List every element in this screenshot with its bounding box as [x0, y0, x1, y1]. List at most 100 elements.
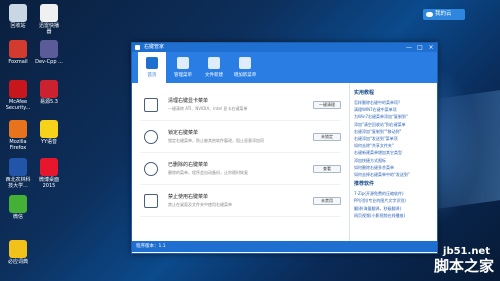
watermark-name: 脚本之家	[433, 257, 494, 275]
file-icon	[208, 57, 220, 69]
row-title: 已删除的右键菜单	[168, 162, 209, 168]
tab-home[interactable]: 首页	[138, 52, 166, 83]
desktop-icon[interactable]: 必应词典	[2, 240, 34, 265]
tutorials-heading: 实用教程	[354, 90, 375, 96]
window-controls: — □ ×	[405, 43, 435, 52]
desktop-icon[interactable]: Foxmail	[2, 40, 34, 65]
maximize-button[interactable]: □	[416, 43, 424, 52]
close-button[interactable]: ×	[427, 43, 435, 52]
app-icon	[40, 40, 58, 58]
desktop-icon-label: 微博桌面 2015	[38, 177, 59, 189]
clean-button[interactable]: 一键清理	[313, 100, 341, 109]
app-icon	[9, 195, 27, 213]
restore-icon	[144, 161, 158, 176]
app-icon	[9, 80, 27, 98]
desktop-icon-label: Dev-Cpp ...	[35, 59, 63, 65]
desktop-icon[interactable]: 微博桌面 2015	[33, 158, 65, 189]
tutorial-link[interactable]: 如何去掉右键菜单中的"发送到"	[354, 171, 433, 178]
desktop-icon-label: Mozilla Firefox	[9, 139, 27, 151]
desktop-icon[interactable]: 迅雷快播 器	[33, 4, 65, 35]
app-icon	[9, 120, 27, 138]
tutorial-link[interactable]: 右键新建菜单增加其它类型	[354, 149, 433, 156]
row-desc: 禁止在桌面及文件夹中使用右键菜单	[168, 202, 232, 207]
tutorial-link[interactable]: 清理WIN7右键中菜单项	[354, 106, 433, 113]
cloud-button-label: 我的云	[435, 11, 452, 17]
desktop-icon-label: 必应词典	[7, 259, 28, 265]
desktop-icon-label: 回收站	[10, 23, 26, 29]
tutorial-link[interactable]: 如何去除"共享文件夹"	[354, 142, 433, 149]
app-icon	[9, 4, 27, 22]
lock-icon	[144, 129, 158, 144]
tutorial-link[interactable]: 为Win7右键菜单添加"复制到"	[354, 113, 433, 120]
tutorial-link[interactable]: 添加"清空回收站"到右键菜单	[354, 121, 433, 128]
app-icon	[9, 40, 27, 58]
desktop-icon[interactable]: 微信	[2, 195, 34, 220]
software-link[interactable]: 网页视频(小影视频在线播放)	[354, 212, 433, 219]
desktop-icon[interactable]: 回收站	[2, 4, 34, 29]
tab-manage-menu[interactable]: 管理菜单	[169, 52, 197, 83]
tutorial-link[interactable]: 右键添加"复制到""移动到"	[354, 128, 433, 135]
software-list: 7-Zip(开源免费的压缩软件) PP识别(专业的图片文字识别) 翻译(海量翻译，秒…	[354, 190, 433, 219]
desktop-icon-label: McAfee Security...	[5, 99, 31, 111]
trash-icon	[144, 97, 158, 112]
cloud-button[interactable]: 我的云	[423, 9, 465, 20]
software-heading: 推荐软件	[354, 181, 375, 188]
desktop-icon-label: 迅雷快播 器	[38, 23, 59, 35]
desktop-icon-label: YY语音	[40, 139, 58, 145]
row-lock-menu: 锁定右键菜单 锁定右键菜单，防止被其他软件篡改，阻止恶意添加项 未锁定	[140, 121, 341, 153]
desktop-icon-label: 微信	[12, 214, 23, 220]
desktop-icon-label: 易源5.3	[40, 99, 58, 105]
desktop-icon[interactable]: Mozilla Firefox	[2, 120, 34, 151]
software-link[interactable]: 7-Zip(开源免费的压缩软件)	[354, 190, 433, 197]
tutorial-link[interactable]: 如何删除右键多余菜单	[354, 164, 433, 171]
software-link[interactable]: 翻译(海量翻译，秒级翻译)	[354, 205, 433, 212]
home-icon	[146, 57, 158, 69]
desktop-icon[interactable]: Dev-Cpp ...	[33, 40, 65, 65]
view-button[interactable]: 查看	[313, 164, 341, 173]
tab-label: 文件新建	[205, 73, 223, 78]
menu-list-icon	[177, 57, 189, 69]
app-icon	[40, 80, 58, 98]
status-bar: 程序版本：1.1	[132, 241, 437, 252]
desktop-icon[interactable]: McAfee Security...	[2, 80, 34, 111]
row-disable-menu: 禁止使用右键菜单 禁止在桌面及文件夹中使用右键菜单 未禁用	[140, 185, 341, 217]
tab-add-menu[interactable]: 增加新菜单	[231, 52, 259, 83]
tab-label: 首页	[147, 73, 157, 78]
content-area: 清理右键显卡菜单 一键清除 ATI、NVIDIA、Intel 显卡右键菜单 一键…	[132, 83, 437, 241]
row-clean-gpu-menu: 清理右键显卡菜单 一键清除 ATI、NVIDIA、Intel 显卡右键菜单 一键…	[140, 89, 341, 121]
row-title: 禁止使用右键菜单	[168, 194, 209, 200]
cloud-icon	[426, 12, 433, 17]
app-icon	[40, 120, 58, 138]
app-icon	[9, 240, 27, 258]
tutorial-link[interactable]: 怎样删除右键中的菜单项?	[354, 99, 433, 106]
row-title: 清理右键显卡菜单	[168, 98, 209, 104]
row-desc: 一键清除 ATI、NVIDIA、Intel 显卡右键菜单	[168, 106, 248, 111]
row-desc: 锁定右键菜单，防止被其他软件篡改，阻止恶意添加项	[168, 138, 264, 143]
lock-button[interactable]: 未锁定	[313, 132, 341, 141]
disable-button[interactable]: 未禁用	[313, 196, 341, 205]
add-menu-icon	[239, 57, 251, 69]
tutorial-list: 怎样删除右键中的菜单项? 清理WIN7右键中菜单项 为Win7右键菜单添加"复制到"…	[354, 99, 433, 178]
wallpaper-beam	[430, 90, 500, 210]
side-panel: 实用教程 怎样删除右键中的菜单项? 清理WIN7右键中菜单项 为Win7右键菜单添加…	[349, 83, 437, 241]
tab-label: 管理菜单	[174, 73, 192, 78]
title-bar: 右键管家 — □ ×	[132, 43, 437, 52]
tutorial-link[interactable]: 右键添加"发送到"菜单项	[354, 135, 433, 142]
desktop-icon[interactable]: 易源5.3	[33, 80, 65, 105]
feature-list: 清理右键显卡菜单 一键清除 ATI、NVIDIA、Intel 显卡右键菜单 一键…	[132, 83, 349, 241]
minimize-button[interactable]: —	[405, 43, 413, 52]
user-block-icon	[144, 193, 158, 208]
app-icon	[9, 158, 27, 176]
tutorial-link[interactable]: 添加快捷方式图标	[354, 157, 433, 164]
row-title: 锁定右键菜单	[168, 130, 199, 136]
tab-label: 增加新菜单	[233, 73, 257, 78]
desktop-icon[interactable]: YY语音	[33, 120, 65, 145]
desktop-icon[interactable]: 西北农林科 技大学...	[2, 158, 34, 189]
tab-file-new[interactable]: 文件新建	[200, 52, 228, 83]
row-deleted-menu: 已删除的右键菜单 删除的菜单，程序会自动备份，让你随时恢复 查看	[140, 153, 341, 185]
software-link[interactable]: PP识别(专业的图片文字识别)	[354, 197, 433, 204]
window-title: 右键管家	[144, 44, 165, 50]
app-icon	[40, 158, 58, 176]
desktop-icon-label: 西北农林科 技大学...	[5, 177, 31, 189]
row-desc: 删除的菜单，程序会自动备份，让你随时恢复	[168, 170, 248, 175]
